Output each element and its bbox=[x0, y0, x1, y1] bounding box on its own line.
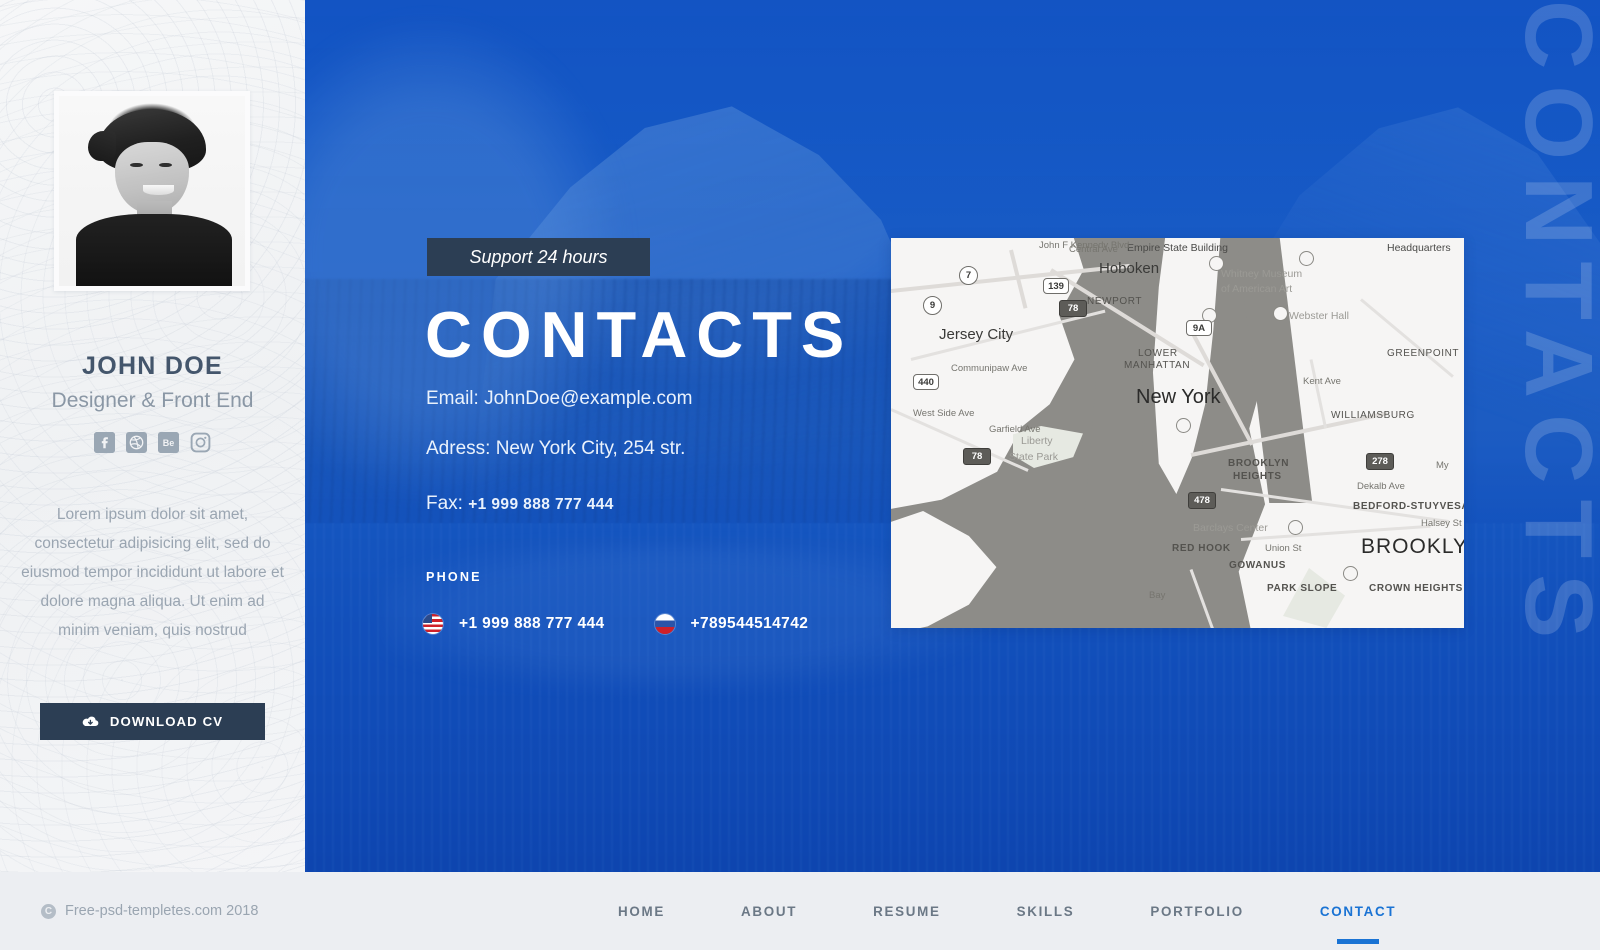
map-route-shield: 9 bbox=[923, 296, 942, 315]
nav-item-skills[interactable]: SKILLS bbox=[979, 872, 1113, 950]
copyright-text: Free-psd-templetes.com 2018 bbox=[65, 903, 259, 919]
map-label: PARK SLOPE bbox=[1267, 583, 1338, 594]
map-label: WILLIAMSBURG bbox=[1331, 410, 1415, 421]
map-label: HEIGHTS bbox=[1233, 471, 1282, 482]
site-footer: C Free-psd-templetes.com 2018 HOME ABOUT R… bbox=[0, 872, 1600, 950]
svg-text:Be: Be bbox=[163, 438, 175, 448]
map-label: John F Kennedy Blvd bbox=[1039, 240, 1130, 251]
instagram-icon[interactable] bbox=[190, 432, 211, 453]
behance-icon[interactable]: Be bbox=[158, 432, 179, 453]
profile-bio: Lorem ipsum dolor sit amet, consectetur … bbox=[21, 506, 284, 639]
map-label: Dekalb Ave bbox=[1357, 481, 1405, 492]
map-route-shield: 278 bbox=[1366, 453, 1394, 470]
page-root: JOHN DOE Designer & Front End Be Lorem i… bbox=[0, 0, 1600, 950]
location-map[interactable]: Jersey City Hoboken New York Empire State B… bbox=[891, 238, 1464, 628]
fax-number: +1 999 888 777 444 bbox=[468, 496, 614, 513]
map-label: Halsey St bbox=[1421, 518, 1462, 529]
download-cv-label: DOWNLOAD CV bbox=[109, 714, 224, 729]
map-label: Liberty bbox=[1021, 435, 1053, 447]
avatar bbox=[54, 91, 250, 291]
map-poi bbox=[1288, 520, 1303, 535]
map-label: Whitney Museum bbox=[1221, 268, 1303, 280]
phone-list: +1 999 888 777 444 +789544514742 bbox=[423, 614, 808, 634]
map-label: MANHATTAN bbox=[1124, 360, 1191, 371]
map-label: BROOKLYN bbox=[1361, 535, 1464, 558]
phone-item-us: +1 999 888 777 444 bbox=[423, 614, 605, 634]
phone-section-label: PHONE bbox=[426, 570, 482, 584]
map-label: Hoboken bbox=[1099, 260, 1160, 277]
map-label: State Park bbox=[1009, 451, 1059, 463]
map-label: Communipaw Ave bbox=[951, 363, 1028, 374]
support-badge: Support 24 hours bbox=[427, 238, 650, 276]
map-route-shield: 478 bbox=[1188, 492, 1216, 509]
map-route-shield: 78 bbox=[1059, 300, 1087, 317]
hero-section: CONTACTS Support 24 hours CONTACTS Email… bbox=[305, 0, 1600, 872]
map-label: of American Art bbox=[1221, 283, 1293, 295]
nav-item-home[interactable]: HOME bbox=[580, 872, 703, 950]
copyright-icon: C bbox=[41, 903, 56, 919]
map-label: GREENPOINT bbox=[1387, 348, 1460, 359]
profile-role: Designer & Front End bbox=[51, 389, 254, 412]
nav-item-resume[interactable]: RESUME bbox=[835, 872, 979, 950]
map-label: NEWPORT bbox=[1087, 296, 1143, 307]
map-label: LOWER bbox=[1138, 348, 1178, 359]
phone-item-ru: +789544514742 bbox=[654, 614, 809, 634]
email-line: Email: JohnDoe@example.com bbox=[426, 388, 693, 409]
page-title: CONTACTS bbox=[425, 298, 854, 371]
map-route-shield: 440 bbox=[913, 374, 939, 390]
fax-label: Fax: bbox=[426, 493, 463, 514]
avatar-shirt bbox=[75, 213, 232, 286]
map-route-shield: 78 bbox=[963, 448, 991, 465]
address-line: Adress: New York City, 254 str. bbox=[426, 438, 686, 459]
nav-item-portfolio[interactable]: PORTFOLIO bbox=[1112, 872, 1281, 950]
avatar-smile bbox=[142, 185, 175, 195]
nav-item-about[interactable]: ABOUT bbox=[703, 872, 835, 950]
main-navigation: HOME ABOUT RESUME SKILLS PORTFOLIO CONTACT bbox=[580, 872, 1434, 950]
map-poi bbox=[1273, 306, 1288, 321]
download-cv-button[interactable]: DOWNLOAD CV bbox=[40, 703, 265, 740]
social-links: Be bbox=[0, 432, 305, 453]
map-label: Union St bbox=[1265, 543, 1302, 554]
map-poi bbox=[1299, 251, 1314, 266]
map-label: Garfield Ave bbox=[989, 424, 1041, 435]
cloud-download-icon bbox=[82, 715, 99, 728]
map-label: CROWN HEIGHTS bbox=[1369, 583, 1463, 594]
map-label: Webster Hall bbox=[1289, 310, 1349, 322]
dribbble-icon[interactable] bbox=[126, 432, 147, 453]
map-route-shield: 9A bbox=[1186, 320, 1212, 336]
map-label: Headquarters bbox=[1387, 242, 1451, 254]
avatar-image bbox=[59, 96, 245, 286]
map-label: Empire State Building bbox=[1127, 242, 1228, 254]
phone-number-us: +1 999 888 777 444 bbox=[459, 615, 605, 632]
map-label: Jersey City bbox=[939, 326, 1014, 343]
profile-sidebar: JOHN DOE Designer & Front End Be Lorem i… bbox=[0, 0, 305, 872]
nav-item-contact[interactable]: CONTACT bbox=[1282, 872, 1434, 950]
map-route-shield: 7 bbox=[959, 266, 978, 285]
map-label: GOWANUS bbox=[1229, 560, 1286, 571]
map-label: Bay bbox=[1149, 590, 1166, 601]
us-flag-icon bbox=[423, 614, 443, 634]
map-label: BEDFORD-STUYVESANT bbox=[1353, 501, 1464, 512]
facebook-icon[interactable] bbox=[94, 432, 115, 453]
map-label: RED HOOK bbox=[1172, 543, 1231, 554]
map-label: My bbox=[1436, 460, 1449, 471]
map-label: BROOKLYN bbox=[1228, 458, 1290, 469]
map-poi bbox=[1343, 566, 1358, 581]
phone-number-ru: +789544514742 bbox=[690, 615, 809, 632]
map-label: West Side Ave bbox=[913, 408, 975, 419]
profile-name: JOHN DOE bbox=[82, 352, 223, 380]
copyright: C Free-psd-templetes.com 2018 bbox=[41, 903, 258, 919]
map-poi bbox=[1176, 418, 1191, 433]
map-label: Kent Ave bbox=[1303, 376, 1341, 387]
map-label: Barclays Center bbox=[1193, 522, 1268, 534]
map-route-shield: 139 bbox=[1043, 278, 1069, 294]
ru-flag-icon bbox=[654, 614, 675, 634]
map-label: New York bbox=[1136, 386, 1221, 408]
fax-line: Fax: +1 999 888 777 444 bbox=[426, 493, 614, 515]
